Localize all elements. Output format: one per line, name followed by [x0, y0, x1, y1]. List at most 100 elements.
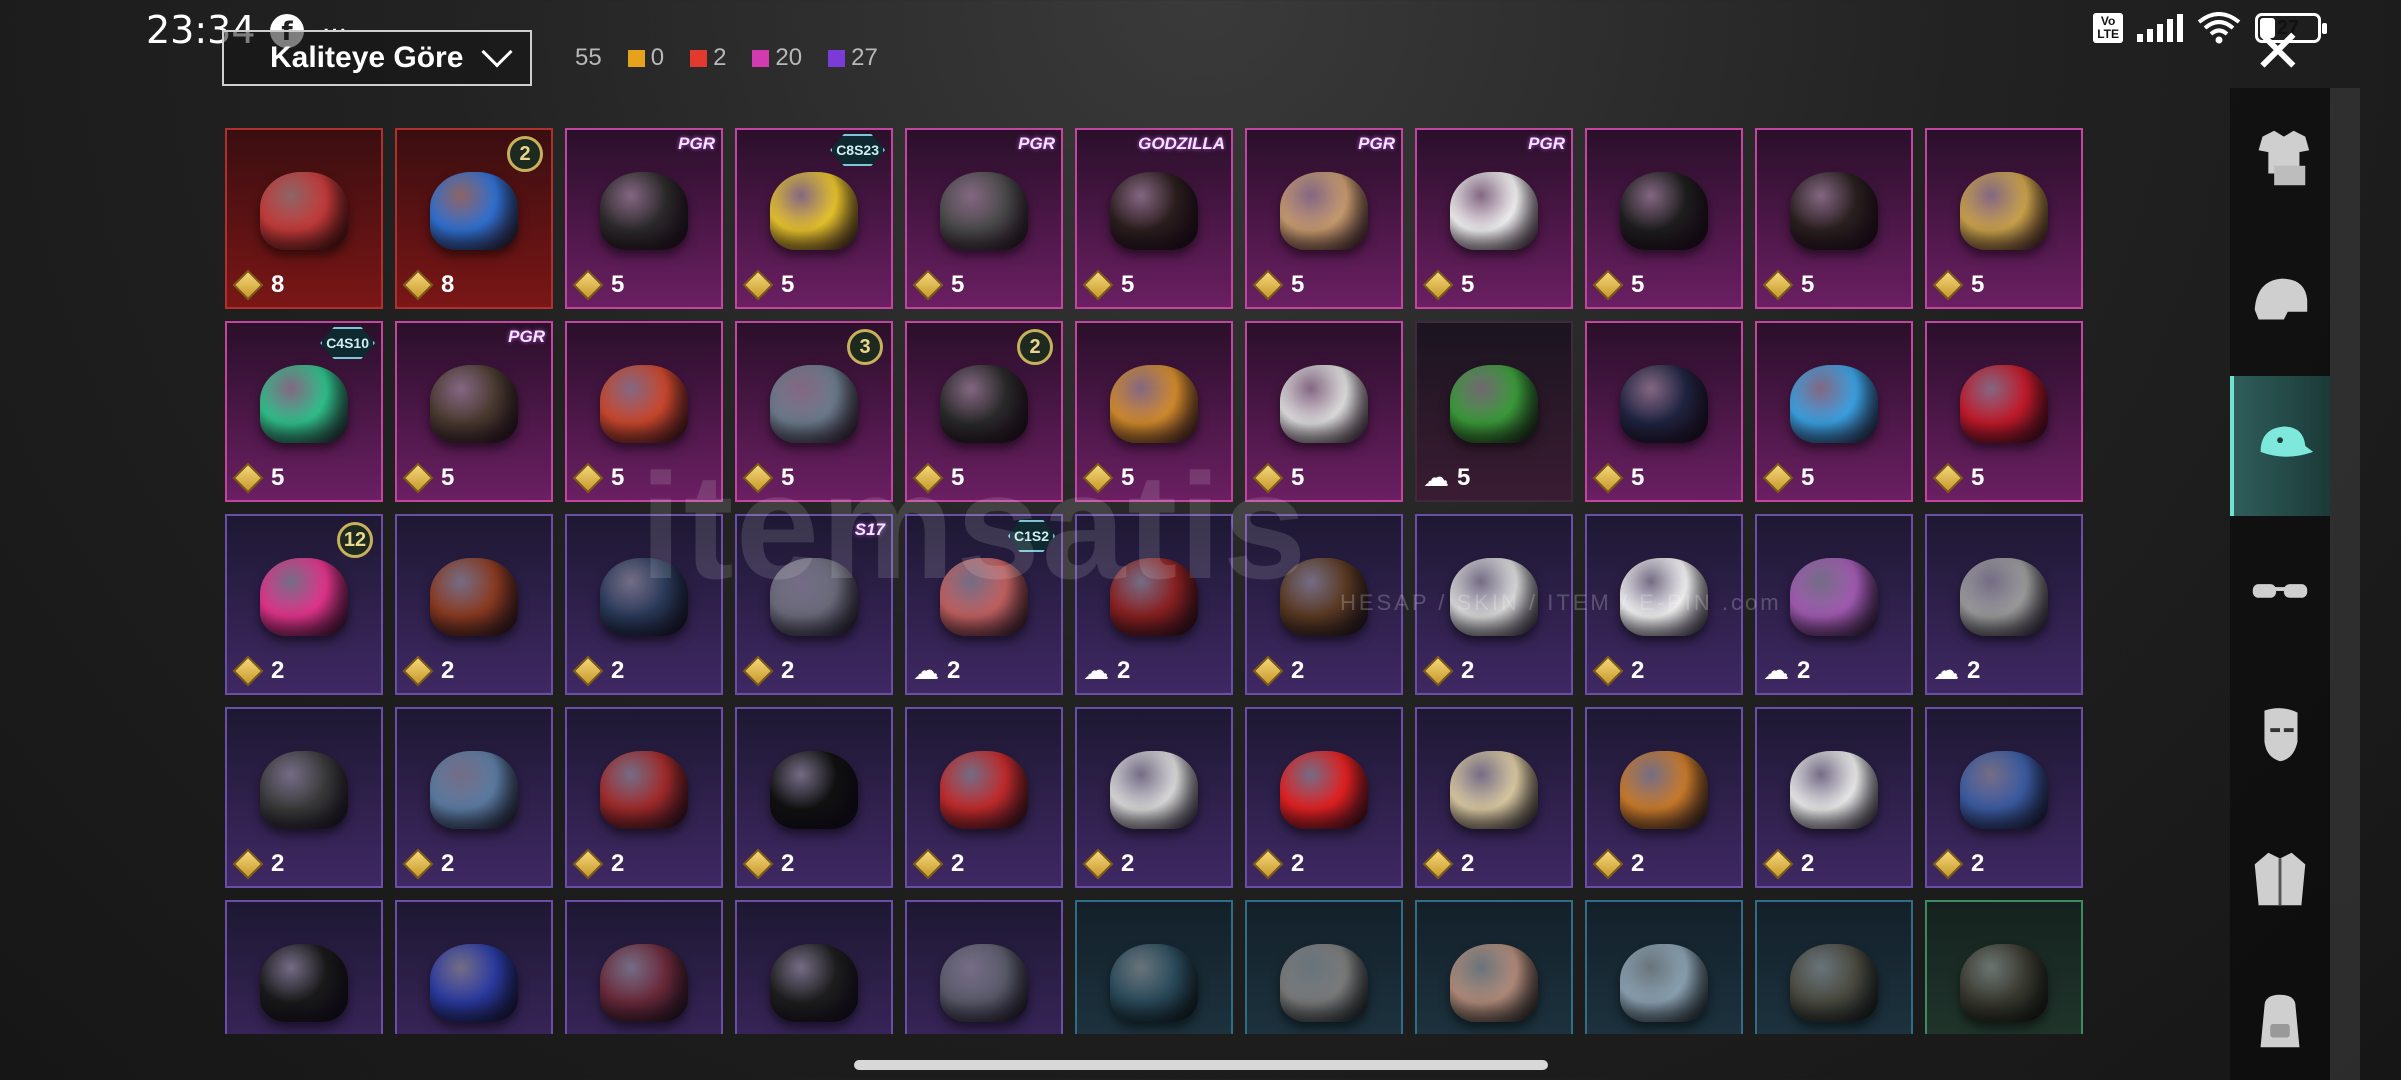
item-card[interactable] [735, 900, 893, 1034]
item-card[interactable]: PGR 5 [905, 128, 1063, 309]
item-card[interactable]: 2 [395, 514, 553, 695]
item-price: ☁ 2 [1933, 657, 1980, 685]
item-card[interactable]: C4S10 5 [225, 321, 383, 502]
diamond-icon [1592, 848, 1624, 880]
item-card[interactable]: 5 [1245, 321, 1403, 502]
item-card[interactable]: 2 [1075, 707, 1233, 888]
item-price-value: 2 [611, 850, 625, 877]
item-card[interactable]: 35 [735, 321, 893, 502]
item-image [1790, 365, 1878, 444]
item-price: 2 [1082, 848, 1134, 880]
item-card[interactable] [1755, 900, 1913, 1034]
item-card[interactable]: 2 [1755, 707, 1913, 888]
sidebar-item-glasses[interactable] [2230, 520, 2330, 660]
item-card[interactable] [225, 900, 383, 1034]
item-card[interactable]: ☁ 5 [1415, 321, 1573, 502]
item-badge: PGR [508, 327, 545, 346]
item-card[interactable]: 2 [395, 707, 553, 888]
item-price: ☁ 2 [913, 657, 960, 685]
item-card[interactable] [565, 900, 723, 1034]
item-card[interactable]: PGR 5 [395, 321, 553, 502]
item-card[interactable] [395, 900, 553, 1034]
item-card[interactable]: 2 [1415, 514, 1573, 695]
item-card[interactable]: 2 [1925, 707, 2083, 888]
item-card[interactable]: 25 [905, 321, 1063, 502]
item-price-value: 2 [441, 657, 455, 684]
item-card[interactable]: 2 [1415, 707, 1573, 888]
item-card[interactable]: ☁ 2 [1925, 514, 2083, 695]
item-image [1620, 558, 1708, 637]
item-card[interactable]: 5 [1755, 128, 1913, 309]
item-card[interactable]: 2 [225, 707, 383, 888]
item-card[interactable]: 5 [1755, 321, 1913, 502]
item-card[interactable]: 5 [1075, 321, 1233, 502]
item-card[interactable]: 28 [395, 128, 553, 309]
diamond-icon [1252, 655, 1284, 687]
item-card[interactable]: 2 [1245, 707, 1403, 888]
item-card[interactable] [1925, 900, 2083, 1034]
item-card[interactable]: ☁ 2 [1075, 514, 1233, 695]
sidebar-item-helmet[interactable] [2230, 232, 2330, 372]
item-image [1280, 751, 1368, 830]
item-card[interactable]: PGR 5 [565, 128, 723, 309]
item-card[interactable]: ☁ 2 [1755, 514, 1913, 695]
item-price: 2 [1422, 848, 1474, 880]
item-card[interactable] [905, 900, 1063, 1034]
item-card[interactable]: 5 [1925, 321, 2083, 502]
item-badge: PGR [1018, 134, 1055, 153]
item-card[interactable]: C1S2 ☁ 2 [905, 514, 1063, 695]
item-image [1960, 172, 2048, 251]
item-card[interactable]: 2 [1245, 514, 1403, 695]
item-price-value: 5 [1461, 271, 1475, 298]
item-card[interactable]: 2 [1585, 514, 1743, 695]
item-card[interactable]: C8S23 5 [735, 128, 893, 309]
item-price: 5 [912, 269, 964, 301]
sidebar-item-backpack[interactable] [2230, 952, 2330, 1080]
diamond-icon [1932, 462, 1964, 494]
diamond-icon [1082, 848, 1114, 880]
item-card[interactable]: 12 2 [225, 514, 383, 695]
sidebar-item-cap[interactable] [2230, 376, 2330, 516]
item-price: 2 [1592, 848, 1644, 880]
item-card[interactable] [1075, 900, 1233, 1034]
item-card[interactable]: S17 2 [735, 514, 893, 695]
close-icon[interactable]: ✕ [2253, 22, 2303, 82]
sort-dropdown[interactable]: Kaliteye Göre [222, 30, 532, 86]
item-badge: 2 [507, 136, 543, 172]
item-price-value: 2 [1117, 657, 1131, 684]
item-card[interactable]: 2 [1585, 707, 1743, 888]
item-price-value: 5 [271, 464, 285, 491]
wifi-icon [2197, 12, 2241, 44]
item-card[interactable]: 5 [565, 321, 723, 502]
item-price: 2 [912, 848, 964, 880]
item-card[interactable]: 2 [905, 707, 1063, 888]
home-indicator[interactable] [854, 1060, 1548, 1070]
cloud-icon: ☁ [1933, 656, 1959, 686]
item-card[interactable]: 5 [1585, 128, 1743, 309]
item-price: 5 [742, 462, 794, 494]
item-image [1450, 558, 1538, 637]
cloud-icon: ☁ [1083, 656, 1109, 686]
item-card[interactable]: 2 [735, 707, 893, 888]
item-price-value: 2 [271, 850, 285, 877]
item-card[interactable] [1415, 900, 1573, 1034]
item-card[interactable]: 2 [565, 514, 723, 695]
sidebar-item-outfit[interactable] [2230, 88, 2330, 228]
sidebar-item-jacket[interactable] [2230, 808, 2330, 948]
item-card[interactable] [1245, 900, 1403, 1034]
item-image [1280, 944, 1368, 1023]
item-card[interactable]: PGR 5 [1415, 128, 1573, 309]
diamond-icon [1762, 462, 1794, 494]
item-card[interactable] [1585, 900, 1743, 1034]
sidebar-item-mask[interactable] [2230, 664, 2330, 804]
item-card[interactable]: 8 [225, 128, 383, 309]
item-image [1280, 558, 1368, 637]
item-card[interactable]: 5 [1925, 128, 2083, 309]
item-card[interactable]: PGR 5 [1245, 128, 1403, 309]
item-card[interactable]: GODZILLA 5 [1075, 128, 1233, 309]
item-card[interactable]: 2 [565, 707, 723, 888]
item-price: 5 [572, 462, 624, 494]
item-card[interactable]: 5 [1585, 321, 1743, 502]
item-image [1620, 365, 1708, 444]
mask-icon [2264, 708, 2298, 762]
